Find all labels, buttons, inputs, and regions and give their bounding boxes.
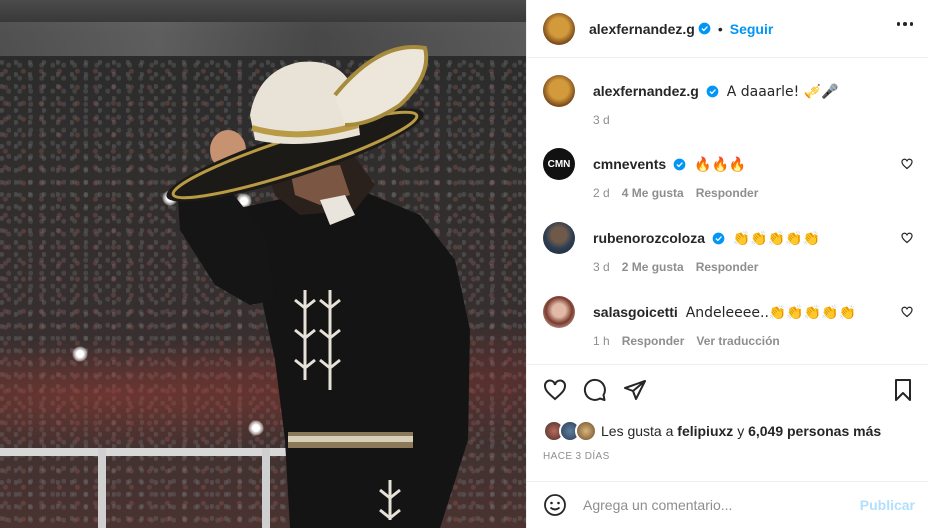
post-timestamp[interactable]: Hace 3 días bbox=[543, 451, 610, 462]
likes-others[interactable]: 6,049 personas más bbox=[748, 423, 881, 439]
verified-icon bbox=[673, 158, 686, 171]
timestamp[interactable]: 1 h bbox=[593, 334, 610, 348]
likes-summary: Les gusta a felipiuxz y 6,049 personas m… bbox=[543, 420, 881, 442]
avatar[interactable] bbox=[543, 296, 575, 328]
timestamp[interactable]: 3 d bbox=[593, 113, 610, 127]
post-image[interactable] bbox=[0, 0, 526, 528]
heart-icon[interactable] bbox=[901, 232, 913, 244]
verified-icon bbox=[698, 22, 711, 35]
follow-button[interactable]: Seguir bbox=[730, 21, 774, 37]
separator: • bbox=[717, 20, 723, 37]
post-header: alexfernandez.g • Seguir bbox=[527, 0, 928, 58]
caption-text: A daaarle! 🎺🎤 bbox=[726, 84, 839, 100]
avatar[interactable]: CMN bbox=[543, 148, 575, 180]
comment-username[interactable]: salasgoicetti bbox=[593, 304, 678, 320]
see-translation-button[interactable]: Ver traducción bbox=[696, 334, 779, 348]
heart-icon[interactable] bbox=[901, 306, 913, 318]
timestamp[interactable]: 3 d bbox=[593, 260, 610, 274]
likes-joiner: y bbox=[737, 423, 745, 439]
comment-meta: 2 d 4 Me gusta Responder bbox=[593, 186, 758, 200]
avatar[interactable] bbox=[543, 222, 575, 254]
comment-item: CMN cmnevents 🔥🔥🔥 2 d 4 Me gusta Respond… bbox=[543, 148, 913, 208]
reply-button[interactable]: Responder bbox=[696, 260, 759, 274]
comment-item: rubenorozcoloza 👏👏👏👏👏 3 d 2 Me gusta Res… bbox=[543, 222, 913, 282]
caption-meta: 3 d bbox=[593, 113, 610, 127]
likers-avatars[interactable] bbox=[543, 420, 597, 442]
heart-icon[interactable] bbox=[901, 158, 913, 170]
comment-body: rubenorozcoloza 👏👏👏👏👏 bbox=[593, 229, 820, 248]
heart-icon[interactable] bbox=[543, 378, 567, 402]
save-icon[interactable] bbox=[891, 378, 915, 402]
caption-body: alexfernandez.g A daaarle! 🎺🎤 bbox=[593, 82, 839, 101]
share-icon[interactable] bbox=[623, 378, 647, 402]
comment-text: Andeleeee..👏👏👏👏👏 bbox=[685, 305, 857, 321]
post-sidebar: alexfernandez.g • Seguir alexfernandez.g… bbox=[526, 0, 928, 528]
action-bar bbox=[527, 364, 928, 414]
publish-button[interactable]: Publicar bbox=[860, 497, 915, 513]
avatar[interactable] bbox=[543, 75, 575, 107]
comment-input[interactable] bbox=[583, 492, 843, 518]
comment-body: salasgoicetti Andeleeee..👏👏👏👏👏 bbox=[593, 303, 856, 322]
comment-username[interactable]: cmnevents bbox=[593, 156, 666, 172]
timestamp[interactable]: 2 d bbox=[593, 186, 610, 200]
comment-body: cmnevents 🔥🔥🔥 bbox=[593, 155, 746, 174]
verified-icon bbox=[712, 232, 725, 245]
avatar[interactable] bbox=[543, 12, 575, 45]
comment-meta: 3 d 2 Me gusta Responder bbox=[593, 260, 758, 274]
verified-icon bbox=[706, 85, 719, 98]
likes-prefix: Les gusta a bbox=[601, 423, 674, 439]
comments-list: alexfernandez.g A daaarle! 🎺🎤 3 d CMN cm… bbox=[527, 59, 928, 364]
comment-icon[interactable] bbox=[583, 378, 607, 402]
emoji-icon[interactable] bbox=[543, 493, 567, 517]
comment-item: salasgoicetti Andeleeee..👏👏👏👏👏 1 h Respo… bbox=[543, 296, 913, 356]
caption: alexfernandez.g A daaarle! 🎺🎤 3 d bbox=[543, 75, 913, 135]
charro-figure bbox=[166, 45, 470, 528]
comment-likes[interactable]: 2 Me gusta bbox=[622, 260, 684, 274]
comment-text: 🔥🔥🔥 bbox=[694, 157, 747, 173]
reply-button[interactable]: Responder bbox=[622, 334, 685, 348]
comment-composer: Publicar bbox=[527, 481, 928, 528]
author-username[interactable]: alexfernandez.g bbox=[589, 21, 695, 37]
comment-username[interactable]: rubenorozcoloza bbox=[593, 230, 705, 246]
caption-username[interactable]: alexfernandez.g bbox=[593, 83, 699, 99]
comment-text: 👏👏👏👏👏 bbox=[732, 231, 821, 247]
more-options-icon[interactable] bbox=[896, 22, 913, 26]
liker-username[interactable]: felipiuxz bbox=[677, 423, 733, 439]
reply-button[interactable]: Responder bbox=[696, 186, 759, 200]
comment-likes[interactable]: 4 Me gusta bbox=[622, 186, 684, 200]
comment-meta: 1 h Responder Ver traducción bbox=[593, 334, 780, 348]
